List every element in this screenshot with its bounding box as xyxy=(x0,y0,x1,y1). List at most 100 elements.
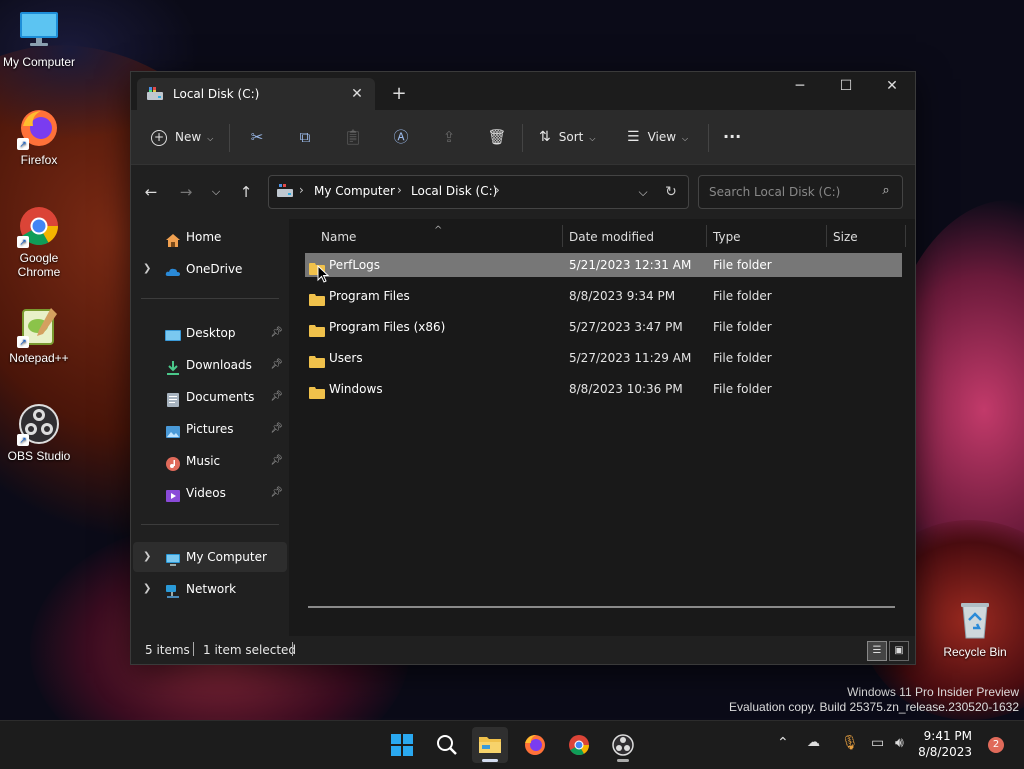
file-date: 5/27/2023 3:47 PM xyxy=(569,320,683,334)
desktop-icon-firefox[interactable]: ↗ Firefox xyxy=(0,106,78,167)
chevron-down-icon: ⌵ xyxy=(682,134,689,143)
breadcrumb-my-computer[interactable]: My Computer xyxy=(314,184,395,198)
recent-locations-button[interactable]: ⌵ xyxy=(204,179,228,205)
videos-icon xyxy=(165,485,181,502)
clock-time: 9:41 PM xyxy=(923,729,972,743)
nav-label: Documents xyxy=(186,390,255,404)
volume-icon[interactable]: 🔊︎ xyxy=(895,735,904,751)
file-row-users[interactable]: Users 5/27/2023 11:29 AM File folder xyxy=(305,346,902,370)
notification-badge[interactable]: 2 xyxy=(988,737,1004,753)
paste-icon[interactable]: 📋︎ xyxy=(343,128,363,146)
address-bar[interactable]: › My Computer › Local Disk (C:) › ⌵ ↻ xyxy=(268,175,689,209)
chevron-right-icon[interactable]: › xyxy=(397,183,402,197)
minimize-button[interactable]: ─ xyxy=(777,72,823,102)
pin-icon[interactable]: 📌︎ xyxy=(270,446,283,476)
copy-icon[interactable]: ⧉ xyxy=(295,128,315,146)
taskbar: ⌃ ☁︎ 🎙︎ ▭ 🔊︎ 9:41 PM 8/8/2023 2 xyxy=(0,720,1024,769)
chevron-right-icon[interactable]: ❯ xyxy=(143,574,155,604)
nav-item-music[interactable]: Music 📌︎ xyxy=(133,446,287,476)
more-options-button[interactable]: ··· xyxy=(723,122,741,152)
pin-icon[interactable]: 📌︎ xyxy=(270,318,283,348)
new-tab-button[interactable]: + xyxy=(389,84,409,104)
rename-icon[interactable]: Ⓐ xyxy=(391,128,411,146)
obs-taskbar-button[interactable] xyxy=(605,727,641,763)
share-icon[interactable]: ⇪ xyxy=(439,128,459,146)
nav-item-my-computer[interactable]: ❯ My Computer xyxy=(133,542,287,572)
new-button[interactable]: + New ⌵ xyxy=(151,122,213,152)
nav-item-documents[interactable]: Documents 📌︎ xyxy=(133,382,287,412)
file-row-program-files-x86[interactable]: Program Files (x86) 5/27/2023 3:47 PM Fi… xyxy=(305,315,902,339)
nav-item-pictures[interactable]: Pictures 📌︎ xyxy=(133,414,287,444)
desktop-icon-recycle-bin[interactable]: Recycle Bin xyxy=(936,598,1014,659)
firefox-icon: ↗ xyxy=(17,106,61,150)
column-header-name[interactable]: Name ^ xyxy=(321,225,442,249)
chrome-taskbar-button[interactable] xyxy=(561,727,597,763)
pin-icon[interactable]: 📌︎ xyxy=(270,382,283,412)
file-name: Program Files (x86) xyxy=(329,320,446,334)
breadcrumb-local-disk[interactable]: Local Disk (C:) xyxy=(411,184,497,198)
file-row-program-files[interactable]: Program Files 8/8/2023 9:34 PM File fold… xyxy=(305,284,902,308)
title-bar[interactable]: Local Disk (C:) ✕ + ─ ☐ ✕ xyxy=(131,72,915,110)
network-status-icon[interactable]: ▭ xyxy=(871,735,884,751)
file-row-perflogs[interactable]: PerfLogs 5/21/2023 12:31 AM File folder xyxy=(305,253,902,277)
watermark-line: Evaluation copy. Build 25375.zn_release.… xyxy=(729,700,1019,714)
search-icon[interactable]: ⌕ xyxy=(878,183,894,199)
back-button[interactable]: ← xyxy=(139,179,163,205)
column-header-type[interactable]: Type xyxy=(713,225,741,249)
file-explorer-taskbar-button[interactable] xyxy=(472,727,508,763)
search-box[interactable]: Search Local Disk (C:) ⌕ xyxy=(698,175,903,209)
forward-button[interactable]: → xyxy=(174,179,198,205)
nav-item-desktop[interactable]: Desktop 📌︎ xyxy=(133,318,287,348)
item-count: 5 items xyxy=(145,643,190,657)
nav-item-network[interactable]: ❯ Network xyxy=(133,574,287,604)
address-history-dropdown-icon[interactable]: ⌵ xyxy=(633,182,653,202)
sort-button[interactable]: ⇅ Sort ⌵ xyxy=(539,122,595,152)
refresh-icon[interactable]: ↻ xyxy=(661,182,681,202)
nav-item-onedrive[interactable]: ❯ OneDrive xyxy=(133,254,287,284)
firefox-taskbar-button[interactable] xyxy=(517,727,553,763)
chevron-right-icon[interactable]: › xyxy=(495,183,500,197)
chevron-right-icon[interactable]: ❯ xyxy=(143,542,155,572)
nav-label: My Computer xyxy=(186,550,267,564)
desktop-icon-label: My Computer xyxy=(2,55,76,69)
horizontal-scrollbar[interactable] xyxy=(308,606,895,608)
maximize-button[interactable]: ☐ xyxy=(823,72,869,102)
start-button[interactable] xyxy=(384,727,420,763)
network-icon xyxy=(165,581,181,598)
desktop-icon-chrome[interactable]: ↗ Google Chrome xyxy=(0,204,78,279)
show-hidden-icons-chevron-icon[interactable]: ⌃ xyxy=(777,735,789,751)
nav-item-home[interactable]: Home xyxy=(133,222,287,252)
cut-icon[interactable]: ✂ xyxy=(247,128,267,146)
close-tab-icon[interactable]: ✕ xyxy=(347,84,367,104)
file-type: File folder xyxy=(713,258,772,272)
firefox-icon xyxy=(525,735,545,755)
desktop-icon-my-computer[interactable]: My Computer xyxy=(0,8,78,69)
pin-icon[interactable]: 📌︎ xyxy=(270,350,283,380)
obs-icon xyxy=(612,734,634,756)
column-header-date-modified[interactable]: Date modified xyxy=(569,225,654,249)
search-placeholder: Search Local Disk (C:) xyxy=(709,185,841,199)
column-header-size[interactable]: Size xyxy=(833,225,858,249)
pin-icon[interactable]: 📌︎ xyxy=(270,478,283,508)
desktop-icon-notepadpp[interactable]: ↗ Notepad++ xyxy=(0,304,78,365)
tab-local-disk[interactable]: Local Disk (C:) ✕ xyxy=(137,78,375,110)
nav-item-videos[interactable]: Videos 📌︎ xyxy=(133,478,287,508)
search-taskbar-button[interactable] xyxy=(429,727,465,763)
nav-item-downloads[interactable]: Downloads 📌︎ xyxy=(133,350,287,380)
windows-watermark: Windows 11 Pro Insider Preview Evaluatio… xyxy=(729,685,1019,715)
desktop-icon-obs[interactable]: ↗ OBS Studio xyxy=(0,402,78,463)
clock[interactable]: 9:41 PM 8/8/2023 xyxy=(918,728,972,760)
up-button[interactable]: ↑ xyxy=(234,179,258,205)
chevron-right-icon[interactable]: ❯ xyxy=(143,254,155,284)
large-icons-view-icon[interactable]: ▣ xyxy=(889,641,909,661)
close-window-button[interactable]: ✕ xyxy=(869,72,915,102)
details-view-icon[interactable]: ☰ xyxy=(867,641,887,661)
view-button[interactable]: ☰ View ⌵ xyxy=(627,122,688,152)
cloud-offline-icon[interactable]: ☁︎ xyxy=(807,735,820,750)
microphone-icon[interactable]: 🎙︎ xyxy=(841,735,859,751)
delete-icon[interactable]: 🗑︎ xyxy=(487,128,507,146)
file-row-windows[interactable]: Windows 8/8/2023 10:36 PM File folder xyxy=(305,377,902,401)
chevron-right-icon[interactable]: › xyxy=(299,183,304,197)
pin-icon[interactable]: 📌︎ xyxy=(270,414,283,444)
chevron-down-icon: ⌵ xyxy=(207,134,214,143)
